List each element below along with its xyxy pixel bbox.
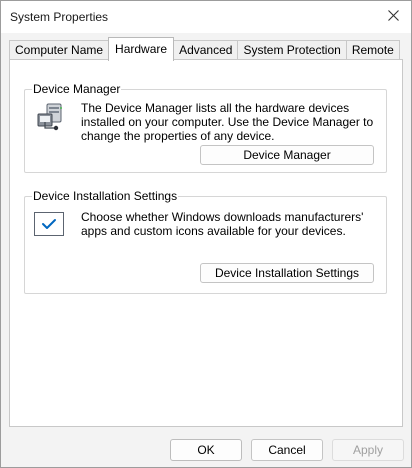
device-installation-legend: Device Installation Settings [32,188,179,204]
device-manager-icon [34,100,66,135]
tab-remote[interactable]: Remote [345,40,400,60]
close-icon [387,10,399,24]
close-button[interactable] [375,1,411,33]
device-installation-settings-button[interactable]: Device Installation Settings [200,263,374,283]
apply-button[interactable]: Apply [332,439,404,461]
device-manager-group: Device Manager The Device Manager lists … [24,81,387,173]
tab-advanced[interactable]: Advanced [173,40,239,60]
ok-button[interactable]: OK [170,439,242,461]
tab-computer-name[interactable]: Computer Name [9,40,110,60]
checkmark-icon [34,212,64,236]
hardware-tab-panel: Device Manager The Device Manager lists … [9,59,403,427]
device-installation-description: Choose whether Windows downloads manufac… [81,210,364,238]
tab-hardware[interactable]: Hardware [108,37,175,61]
device-manager-button[interactable]: Device Manager [200,145,374,165]
device-manager-legend: Device Manager [32,81,122,97]
system-properties-window: System Properties Computer Name Hardware… [0,0,412,468]
tab-system-protection[interactable]: System Protection [237,40,347,60]
window-title: System Properties [10,10,109,24]
cancel-button[interactable]: Cancel [251,439,323,461]
device-installation-group: Device Installation Settings Choose whet… [24,188,387,294]
title-bar: System Properties [1,1,411,33]
tab-strip: Computer Name Hardware Advanced System P… [9,37,400,61]
device-manager-description: The Device Manager lists all the hardwar… [81,101,374,143]
